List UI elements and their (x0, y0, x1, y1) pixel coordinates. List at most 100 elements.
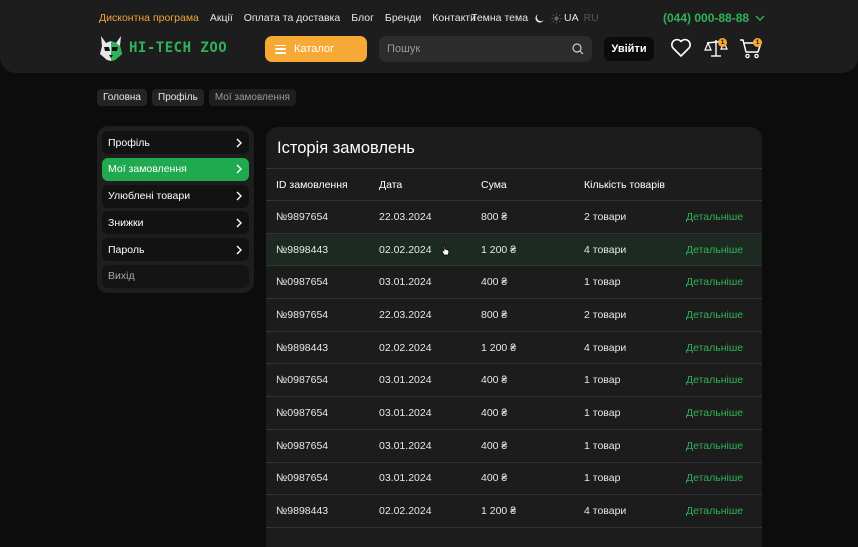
sidebar-item-label: Профіль (108, 136, 150, 149)
order-id: №0987654 (276, 439, 329, 452)
breadcrumb-home[interactable]: Головна (97, 89, 147, 106)
chevron-right-icon (236, 164, 242, 174)
order-details-link[interactable]: Детальніше (686, 244, 743, 256)
table-row[interactable]: №9897654 22.03.2024 800 ₴ 2 товари Детальніш… (266, 299, 762, 332)
nav-link-brands[interactable]: Бренди (385, 12, 421, 24)
logo-wordmark: HI-TECH ZOO (129, 40, 228, 56)
order-quantity: 4 товари (584, 505, 627, 518)
sidebar-item-label: Знижки (108, 216, 144, 229)
order-quantity: 1 товар (584, 472, 621, 485)
order-id: №9898443 (276, 341, 329, 354)
theme-toggle[interactable]: Темна тема (471, 12, 562, 24)
nav-link-contacts[interactable]: Контакти (432, 12, 476, 24)
search-input[interactable] (387, 43, 572, 55)
column-header-quantity: Кількість товарів (584, 178, 666, 191)
sidebar-item-label: Улюблені товари (108, 190, 191, 203)
theme-label: Темна тема (471, 12, 529, 24)
sidebar-item-logout[interactable]: Вихід (102, 264, 249, 288)
table-row[interactable]: №0987654 03.01.2024 400 ₴ 1 товар Детальніше (266, 463, 762, 496)
order-date: 03.01.2024 (379, 406, 432, 419)
order-sum: 400 ₴ (481, 472, 508, 485)
order-details-link[interactable]: Детальніше (686, 342, 743, 354)
order-quantity: 2 товари (584, 308, 627, 321)
phone-dropdown[interactable]: (044) 000-88-88 (663, 11, 765, 25)
order-date: 03.01.2024 (379, 276, 432, 289)
order-sum: 800 ₴ (481, 308, 508, 321)
table-row[interactable]: №0987654 03.01.2024 400 ₴ 1 товар Детальніше (266, 430, 762, 463)
order-details-link[interactable]: Детальніше (686, 309, 743, 321)
order-quantity: 1 товар (584, 374, 621, 387)
profile-sidebar: Профіль Мої замовлення Улюблені товари З… (97, 126, 254, 293)
catalog-button[interactable]: Каталог (265, 36, 367, 62)
order-details-link[interactable]: Детальніше (686, 472, 743, 484)
sidebar-item-label: Вихід (108, 270, 135, 283)
sidebar-item-discounts[interactable]: Знижки (102, 211, 249, 235)
order-details-link[interactable]: Детальніше (686, 440, 743, 452)
dog-logo-icon (100, 36, 122, 61)
order-id: №9897654 (276, 308, 329, 321)
order-date: 03.01.2024 (379, 374, 432, 387)
search-bar (379, 36, 592, 62)
order-quantity: 4 товари (584, 341, 627, 354)
page-title: Історія замовлень (277, 139, 415, 157)
order-sum: 1 200 ₴ (481, 341, 517, 354)
order-details-link[interactable]: Детальніше (686, 407, 743, 419)
table-row[interactable]: №9897654 22.03.2024 800 ₴ 2 товари Детальніш… (266, 201, 762, 234)
sidebar-item-favorites[interactable]: Улюблені товари (102, 184, 249, 208)
nav-link-discount[interactable]: Дисконтна програма (99, 12, 199, 24)
column-header-date: Дата (379, 178, 403, 191)
order-id: №0987654 (276, 406, 329, 419)
heart-icon[interactable] (670, 38, 692, 58)
mouse-cursor-icon (441, 244, 450, 256)
order-id: №0987654 (276, 374, 329, 387)
table-row[interactable]: №9898443 02.02.2024 1 200 ₴ 4 товари Детальн… (266, 233, 762, 267)
table-row[interactable]: №0987654 03.01.2024 400 ₴ 1 товар Детальніше (266, 364, 762, 398)
order-details-link[interactable]: Детальніше (686, 211, 743, 223)
order-quantity: 1 товар (584, 439, 621, 452)
moon-icon[interactable] (534, 13, 545, 24)
chevron-right-icon (236, 245, 242, 255)
search-icon[interactable] (572, 43, 584, 55)
table-row[interactable]: №0987654 03.01.2024 400 ₴ 1 товар Детальніше (266, 397, 762, 430)
lang-ua[interactable]: UA (564, 12, 579, 24)
chevron-down-icon (755, 15, 765, 21)
order-quantity: 2 товари (584, 210, 627, 223)
sidebar-item-password[interactable]: Пароль (102, 238, 249, 262)
order-details-link[interactable]: Детальніше (686, 276, 743, 288)
order-details-link[interactable]: Детальніше (686, 505, 743, 517)
order-sum: 400 ₴ (481, 276, 508, 289)
cart-count-badge: 1 (753, 38, 762, 47)
table-row[interactable]: №0987654 03.01.2024 400 ₴ 1 товар Детальніше (266, 266, 762, 300)
nav-link-payment-delivery[interactable]: Оплата та доставка (244, 12, 340, 24)
table-body: №9897654 22.03.2024 800 ₴ 2 товари Детальніш… (266, 201, 762, 528)
order-sum: 1 200 ₴ (481, 243, 517, 256)
language-switcher: UA RU (564, 12, 599, 24)
order-quantity: 1 товар (584, 276, 621, 289)
lang-ru[interactable]: RU (584, 12, 599, 24)
site-logo[interactable]: HI-TECH ZOO (98, 34, 227, 62)
table-row[interactable]: №9898443 02.02.2024 1 200 ₴ 4 товари Детальн… (266, 332, 762, 365)
sidebar-item-label: Мої замовлення (108, 163, 187, 176)
breadcrumb-profile[interactable]: Профіль (152, 89, 204, 106)
nav-link-promotions[interactable]: Акції (210, 12, 233, 24)
sidebar-item-profile[interactable]: Профіль (102, 131, 249, 154)
login-button[interactable]: Увійти (604, 37, 654, 61)
order-history-panel: Історія замовлень ID замовлення Дата Сум… (266, 127, 762, 547)
sidebar-item-my-orders[interactable]: Мої замовлення (102, 157, 249, 181)
sun-icon[interactable] (551, 12, 562, 24)
order-quantity: 4 товари (584, 243, 627, 256)
top-nav: Дисконтна програма Акції Оплата та доста… (99, 12, 476, 24)
order-id: №9897654 (276, 210, 329, 223)
site-header: Дисконтна програма Акції Оплата та доста… (0, 0, 858, 73)
order-date: 02.02.2024 (379, 341, 432, 354)
order-sum: 800 ₴ (481, 210, 508, 223)
table-row[interactable]: №9898443 02.02.2024 1 200 ₴ 4 товари Детальн… (266, 495, 762, 528)
order-sum: 1 200 ₴ (481, 505, 517, 518)
compare-count-badge: 1 (718, 38, 727, 47)
menu-icon (275, 44, 286, 54)
order-sum: 400 ₴ (481, 406, 508, 419)
nav-link-blog[interactable]: Блог (351, 12, 374, 24)
sidebar-item-label: Пароль (108, 243, 145, 256)
order-details-link[interactable]: Детальніше (686, 374, 743, 386)
catalog-label: Каталог (294, 43, 334, 55)
